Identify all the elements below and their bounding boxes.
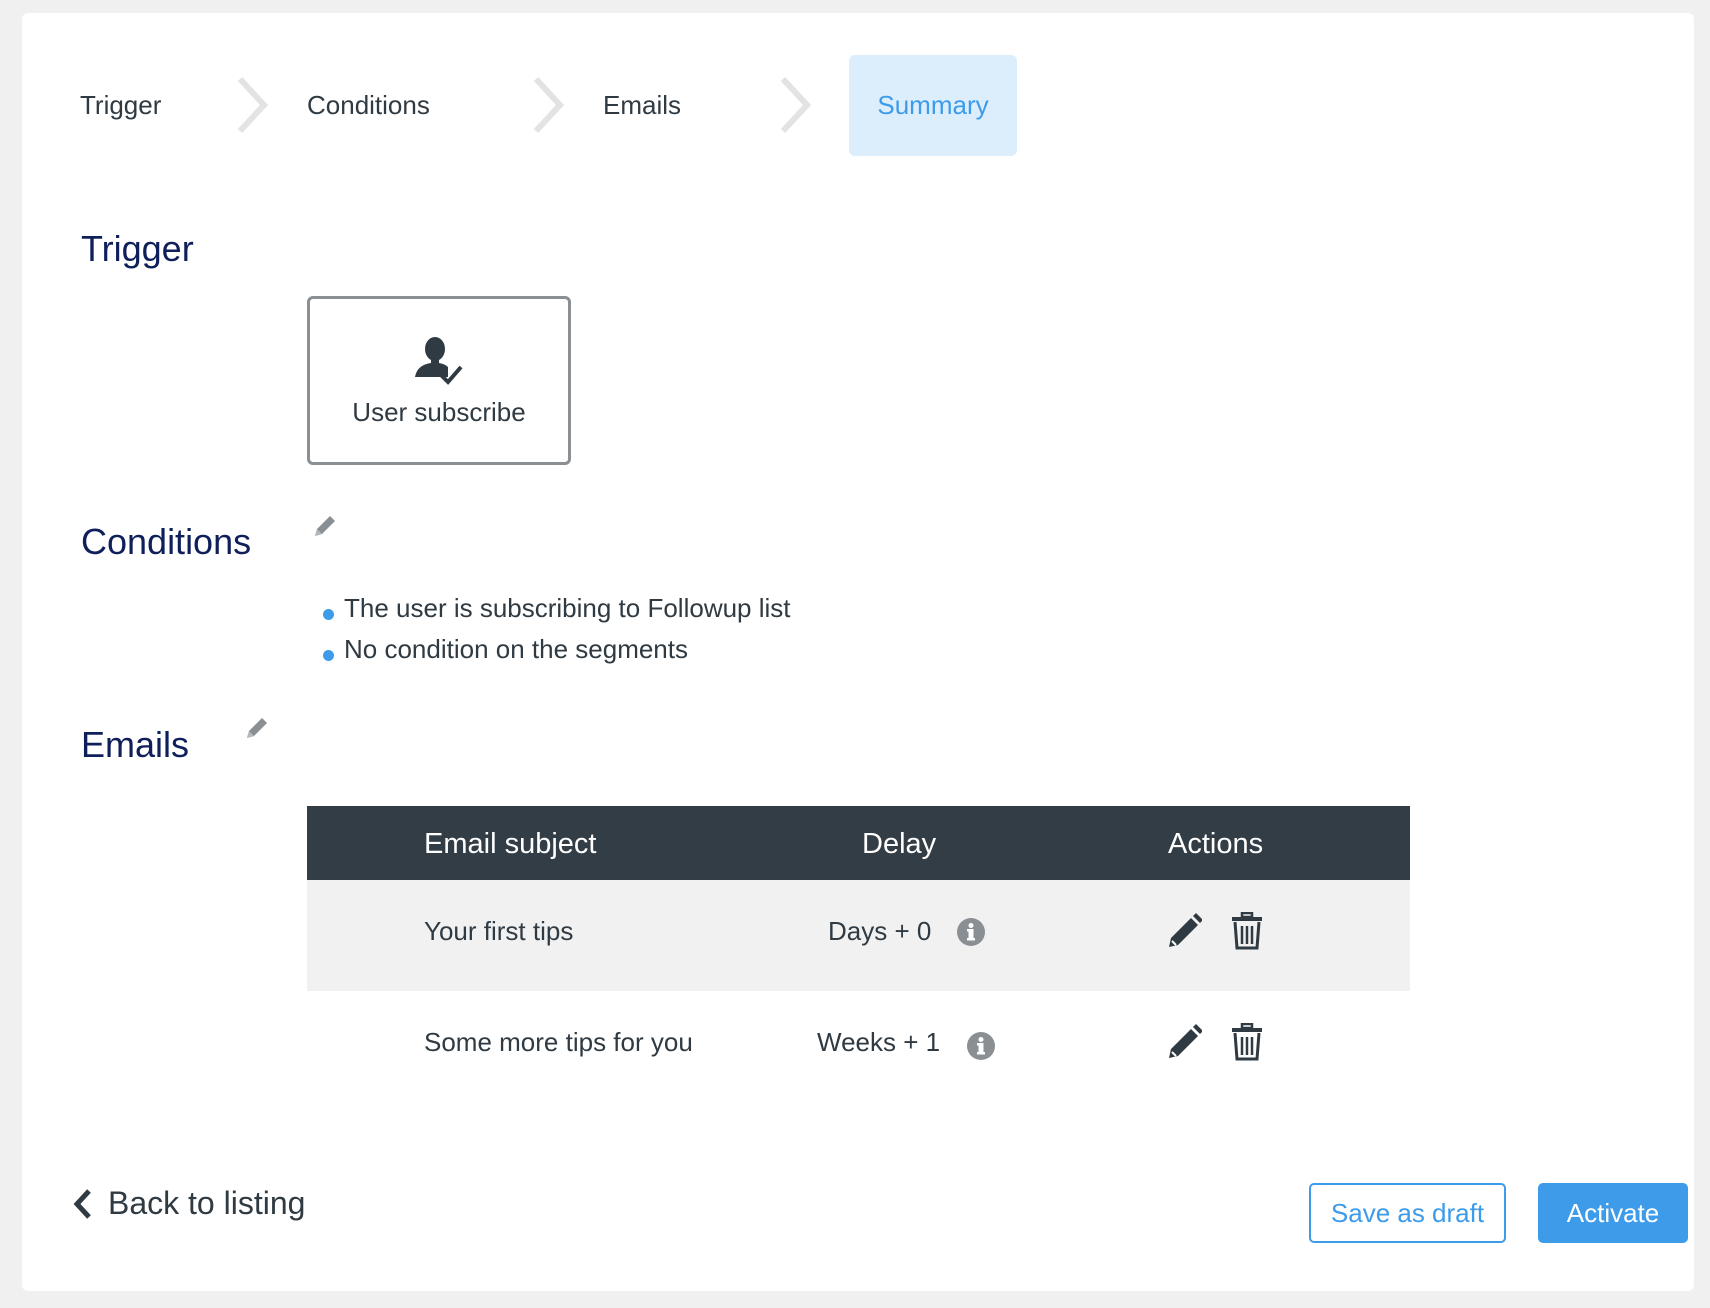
back-to-listing-link[interactable]: Back to listing bbox=[72, 1185, 305, 1222]
info-icon[interactable] bbox=[966, 1031, 996, 1061]
trigger-card[interactable]: User subscribe bbox=[307, 296, 571, 465]
table-row: Some more tips for you Weeks + 1 bbox=[307, 991, 1410, 1102]
chevron-right-icon bbox=[780, 76, 812, 134]
header-email-subject: Email subject bbox=[424, 828, 597, 860]
delete-email-trash-icon[interactable] bbox=[1231, 912, 1263, 950]
delay-cell: Days + 0 bbox=[828, 916, 932, 946]
summary-card: Trigger Conditions Emails Summary Trigge… bbox=[22, 13, 1694, 1291]
activate-button[interactable]: Activate bbox=[1538, 1183, 1688, 1243]
chevron-right-icon bbox=[237, 76, 269, 134]
table-row: Your first tips Days + 0 bbox=[307, 880, 1410, 991]
trigger-card-label: User subscribe bbox=[352, 397, 526, 427]
info-icon[interactable] bbox=[956, 917, 986, 947]
edit-email-pencil-icon[interactable] bbox=[1166, 1023, 1202, 1061]
bullet-icon bbox=[323, 650, 334, 661]
save-as-draft-button[interactable]: Save as draft bbox=[1309, 1183, 1506, 1243]
chevron-left-icon bbox=[73, 1188, 91, 1219]
delay-cell: Weeks + 1 bbox=[817, 1027, 941, 1057]
edit-email-pencil-icon[interactable] bbox=[1166, 912, 1202, 950]
user-check-icon bbox=[415, 337, 463, 385]
trigger-section-title: Trigger bbox=[81, 228, 194, 269]
chevron-right-icon bbox=[533, 76, 565, 134]
step-emails-label: Emails bbox=[603, 90, 682, 120]
header-actions: Actions bbox=[1168, 828, 1264, 860]
emails-section-title: Emails bbox=[81, 724, 190, 765]
delete-email-trash-icon[interactable] bbox=[1231, 1023, 1263, 1061]
edit-conditions-pencil-icon[interactable] bbox=[311, 512, 339, 540]
step-summary-label: Summary bbox=[877, 90, 989, 120]
header-delay: Delay bbox=[862, 828, 937, 860]
step-conditions[interactable]: Conditions bbox=[307, 55, 430, 156]
conditions-section-title: Conditions bbox=[81, 521, 252, 562]
step-summary[interactable]: Summary bbox=[849, 55, 1017, 156]
step-conditions-label: Conditions bbox=[307, 90, 430, 120]
step-emails[interactable]: Emails bbox=[603, 55, 681, 156]
bullet-icon bbox=[323, 609, 334, 620]
back-to-listing-label: Back to listing bbox=[108, 1185, 306, 1221]
condition-item: No condition on the segments bbox=[344, 634, 688, 664]
email-subject-cell: Your first tips bbox=[424, 916, 574, 946]
condition-item: The user is subscribing to Followup list bbox=[344, 593, 791, 623]
step-trigger[interactable]: Trigger bbox=[80, 55, 161, 156]
table-header: Email subject Delay Actions bbox=[307, 806, 1410, 880]
step-trigger-label: Trigger bbox=[80, 90, 162, 120]
edit-emails-pencil-icon[interactable] bbox=[243, 714, 271, 742]
email-subject-cell: Some more tips for you bbox=[424, 1027, 693, 1057]
